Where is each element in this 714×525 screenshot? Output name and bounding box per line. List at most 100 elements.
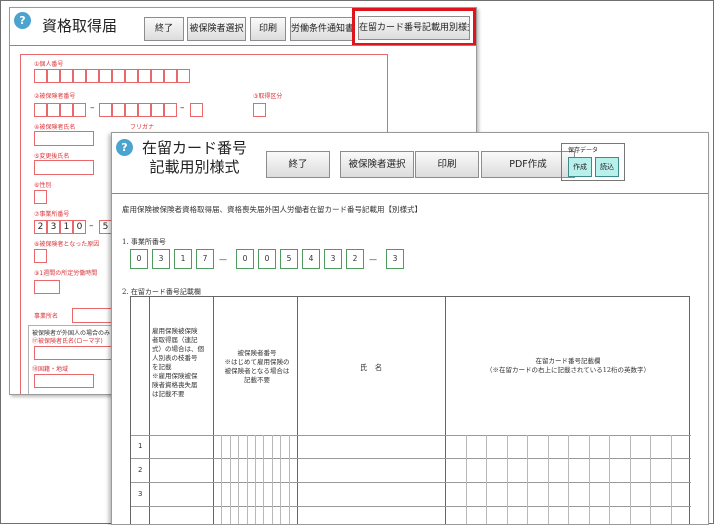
header-line: 記載不要 xyxy=(244,376,270,384)
help-icon[interactable]: ? xyxy=(14,12,31,29)
digit-box[interactable] xyxy=(164,69,177,83)
digit-box[interactable] xyxy=(86,69,99,83)
header-line: 被保険者となる場合は xyxy=(224,367,290,375)
office-digit[interactable]: 0 xyxy=(258,249,276,269)
grid-line xyxy=(527,435,528,524)
load-button[interactable]: 読込 xyxy=(595,157,619,177)
end-button[interactable]: 終了 xyxy=(266,151,330,178)
digit-box[interactable] xyxy=(73,69,86,83)
section1-label: 1. 事業所番号 xyxy=(122,238,166,246)
office-digit[interactable]: 3 xyxy=(47,220,60,234)
insured-name-label: ④被保険者氏名 xyxy=(34,124,76,131)
col-divider xyxy=(213,297,214,524)
gender-label: ⑥性別 xyxy=(34,182,52,189)
labor-notice-button[interactable]: 労働条件通知書 xyxy=(290,17,354,41)
dash: — xyxy=(219,255,227,264)
header-line: は記載不要 xyxy=(152,390,185,398)
end-button[interactable]: 終了 xyxy=(144,17,184,41)
residence-card-table: 雇用保険被保険 者取得届（連記 式）の場合は、個 人別表の枝番号 を記載 ※雇用保険被保険… xyxy=(130,296,691,524)
office-digit[interactable]: 2 xyxy=(34,220,47,234)
digit-box[interactable] xyxy=(34,103,47,117)
digit-box[interactable] xyxy=(47,103,60,117)
changed-name-field[interactable] xyxy=(34,160,94,175)
nationality-field[interactable] xyxy=(34,374,94,388)
col-divider xyxy=(149,297,150,524)
digit-box[interactable] xyxy=(177,69,190,83)
header-line: ※雇用保険被保 xyxy=(152,372,198,380)
office-digit[interactable]: 5 xyxy=(280,249,298,269)
residence-card-form-window: ? 在留カード番号 記載用別様式 終了 被保険者選択 印刷 PDF作成 保存デー… xyxy=(111,132,709,525)
header-line: 人別表の枝番号 xyxy=(152,354,198,362)
print-button[interactable]: 印刷 xyxy=(250,17,286,41)
insured-name-field[interactable] xyxy=(34,131,94,146)
office-digit[interactable]: 0 xyxy=(236,249,254,269)
dash: – xyxy=(90,103,95,113)
weekly-hours-label: ⑨1週間の所定労働時間 xyxy=(34,270,98,277)
grid-line xyxy=(246,435,248,524)
screenshot-frame: ? 資格取得届 終了 被保険者選択 印刷 労働条件通知書 在留カード番号記載用別… xyxy=(0,0,714,525)
office-digit[interactable]: 3 xyxy=(324,249,342,269)
digit-box[interactable] xyxy=(60,69,73,83)
create-button[interactable]: 作成 xyxy=(568,157,592,177)
furigana-label: フリガナ xyxy=(130,124,155,131)
cause-field[interactable] xyxy=(34,249,47,263)
digit-box[interactable] xyxy=(112,103,125,117)
digit-box[interactable] xyxy=(47,69,60,83)
digit-box[interactable] xyxy=(138,103,151,117)
row-divider xyxy=(131,435,691,436)
changed-name-label: ⑤変更後氏名 xyxy=(34,153,70,160)
digit-box[interactable] xyxy=(164,103,177,117)
office-name-field[interactable] xyxy=(72,308,114,323)
grid-line xyxy=(650,435,651,524)
toolbar-divider xyxy=(10,45,476,46)
residence-card-header-line1: 在留カード番号記載欄 xyxy=(535,357,601,365)
save-data-group: 保存データ 作成 読込 xyxy=(561,143,625,181)
digit-box[interactable] xyxy=(125,103,138,117)
digit-box[interactable] xyxy=(190,103,203,117)
office-digit[interactable]: 7 xyxy=(196,249,214,269)
digit-box[interactable] xyxy=(73,103,86,117)
residence-card-header: 在留カード番号記載欄 （※在留カードの右上に記載されている12桁の英数字） xyxy=(445,357,691,375)
acquisition-type-label: ③取得区分 xyxy=(253,93,283,100)
window-title: 資格取得届 xyxy=(42,17,118,35)
office-digit[interactable]: 0 xyxy=(73,220,86,234)
office-digit[interactable]: 3 xyxy=(386,249,404,269)
office-digit[interactable]: 3 xyxy=(152,249,170,269)
digit-box[interactable] xyxy=(138,69,151,83)
select-insured-button[interactable]: 被保険者選択 xyxy=(340,151,414,178)
select-insured-button[interactable]: 被保険者選択 xyxy=(187,17,246,41)
gender-field[interactable] xyxy=(34,190,47,204)
grid-line xyxy=(609,435,610,524)
digit-box[interactable] xyxy=(112,69,125,83)
weekly-hours-field[interactable] xyxy=(34,280,60,294)
header-line: 者取得届（連記 xyxy=(152,336,198,344)
office-digit[interactable]: 4 xyxy=(302,249,320,269)
digit-box[interactable] xyxy=(151,103,164,117)
header-line: 雇用保険被保険 xyxy=(152,327,198,335)
acquisition-type-field[interactable] xyxy=(253,103,266,117)
office-digit[interactable]: 1 xyxy=(60,220,73,234)
nationality-label: ⑱国籍・地域 xyxy=(32,366,69,373)
grid-line xyxy=(255,435,256,524)
digit-box[interactable] xyxy=(99,103,112,117)
row-number: 3 xyxy=(138,490,143,498)
grid-line xyxy=(465,435,467,524)
residence-card-header-line2: （※在留カードの右上に記載されている12桁の英数字） xyxy=(485,366,651,374)
print-button[interactable]: 印刷 xyxy=(415,151,479,178)
office-digit[interactable]: 1 xyxy=(174,249,192,269)
roman-name-field[interactable] xyxy=(34,346,114,360)
digit-box[interactable] xyxy=(60,103,73,117)
header-line: 険者資格喪失届 xyxy=(152,381,198,389)
grid-line xyxy=(486,435,487,524)
title-line-2: 記載用別様式 xyxy=(149,158,240,176)
digit-box[interactable] xyxy=(34,69,47,83)
office-digit[interactable]: 2 xyxy=(346,249,364,269)
document-heading: 雇用保険被保険者資格取得届、資格喪失届外国人労働者在留カード番号記載用【別様式】 xyxy=(122,205,422,214)
digit-box[interactable] xyxy=(99,69,112,83)
grid-line xyxy=(588,435,590,524)
digit-box[interactable] xyxy=(125,69,138,83)
digit-box[interactable] xyxy=(151,69,164,83)
title-line-1: 在留カード番号 xyxy=(142,139,248,157)
help-icon[interactable]: ? xyxy=(116,139,133,156)
office-digit[interactable]: 0 xyxy=(130,249,148,269)
